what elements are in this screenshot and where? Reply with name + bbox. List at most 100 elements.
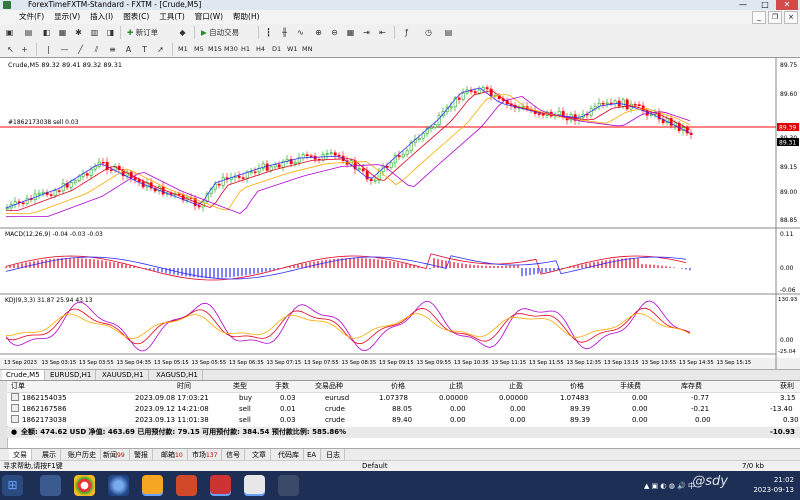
order-id-text: 1862173038 [22,416,67,424]
metatrader-icon[interactable] [210,475,231,496]
col-tp[interactable]: 止盈 [509,381,523,392]
col-type[interactable]: 类型 [233,381,247,392]
menu-insert[interactable]: 插入(I) [85,10,118,24]
standard-toolbar: ▣ ▤ ◧ ▦ ✱ ▥ ◨ ✚ 新订单 ◆ ▶ 自动交易 ┇ ╫ ∿ ⊕ ⊖ ▦… [0,24,800,42]
autoscroll-icon[interactable]: ⇥ [360,26,373,39]
tile-windows-icon[interactable]: ▦ [344,26,357,39]
market-watch-icon[interactable]: ◧ [40,26,53,39]
explorer-icon[interactable] [40,475,61,496]
timeframe-m5[interactable]: M5 [192,44,206,55]
chrome-icon[interactable] [74,475,95,496]
timeframe-mn[interactable]: MN [300,44,314,55]
mdi-minimize-icon[interactable]: _ [752,11,766,24]
timeframe-h4[interactable]: H4 [254,44,267,55]
cards-icon[interactable] [244,475,265,496]
menu-charts[interactable]: 图表(C) [118,10,154,24]
tester-icon[interactable]: ◨ [104,26,117,39]
col-lots[interactable]: 手数 [275,381,289,392]
col-price[interactable]: 价格 [391,381,405,392]
col-time[interactable]: 时间 [177,381,191,392]
col-swap[interactable]: 库存费 [681,381,702,392]
col-profit[interactable]: 获利 [780,381,794,392]
col-order[interactable]: 订单 [11,381,25,392]
navigator-icon[interactable]: ✱ [72,26,85,39]
fibonacci-icon[interactable]: ≡ [106,43,119,56]
order-id: 1862154035 [11,393,67,404]
system-clock[interactable]: 21:02 2023-09-13 [753,475,794,495]
price-tick: 89.15 [780,164,797,171]
tray-icons[interactable]: ▲ ▣ ◐ ◍ 🔊 中 [644,481,695,491]
time-axis-tick: 13 Sep 05:55 [192,360,227,366]
menu-window[interactable]: 窗口(W) [190,10,228,24]
col-sl[interactable]: 止损 [449,381,463,392]
mdi-close-icon[interactable]: × [784,11,798,24]
templates-icon[interactable]: ▤ [442,26,455,39]
metaeditor-icon[interactable]: ◆ [176,26,189,39]
candle-body [109,169,113,171]
maximize-button[interactable]: □ [754,0,776,10]
timeframe-h1[interactable]: H1 [239,44,252,55]
table-row[interactable]: 1862154035 2023.09.08 17:03:21 buy 0.03 … [7,393,800,404]
auto-trading-label: 自动交易 [209,28,240,37]
zoom-out-icon[interactable]: ⊖ [328,26,341,39]
chart-window[interactable]: Crude,M5 89.32 89.41 89.32 89.31 #186217… [0,57,800,370]
new-chart-icon[interactable]: ▣ [3,26,16,39]
candlestick-icon[interactable]: ╫ [278,26,291,39]
periods-icon[interactable]: ◷ [422,26,435,39]
trendline-icon[interactable]: ╱ [74,43,87,56]
label-tool-icon[interactable]: T [138,43,151,56]
candle-body [101,161,105,164]
close-button[interactable]: ✕ [776,0,798,10]
cursor-icon[interactable]: ↖ [4,43,17,56]
mdi-restore-icon[interactable]: ❐ [768,11,782,24]
timeframe-m30[interactable]: M30 [222,44,240,55]
bar-chart-icon[interactable]: ┇ [262,26,275,39]
chart-app-icon[interactable] [142,475,163,496]
time-axis-tick: 13 Sep 15:15 [717,360,752,366]
menu-help[interactable]: 帮助(H) [228,10,265,24]
auto-trading-button[interactable]: ▶ 自动交易 [198,26,242,39]
horizontal-line-icon[interactable]: — [58,43,71,56]
data-window-icon[interactable]: ▦ [56,26,69,39]
arrow-tool-icon[interactable]: ➚ [154,43,167,56]
order-commission: 0.00 [632,416,648,424]
table-row[interactable]: 1862173038 2023.09.13 11:01:38 sell 0.03… [7,415,800,426]
start-button[interactable]: ⊞ [2,475,23,496]
col-commission[interactable]: 手续费 [620,381,641,392]
text-tool-icon[interactable]: A [122,43,135,56]
clock-time: 21:02 [773,476,794,484]
order-swap: -0.77 [691,394,710,402]
candle-body [245,171,249,179]
menu-view[interactable]: 显示(V) [49,10,85,24]
order-symbol: crude [325,405,345,413]
table-row[interactable]: 1862167586 2023.09.12 14:21:08 sell 0.01… [7,404,800,415]
tab-label: 警报 [134,451,148,459]
indicators-icon[interactable]: ƒ [400,26,413,39]
app-icon-8[interactable] [278,475,299,496]
crosshair-icon[interactable]: + [18,43,31,56]
profiles-icon[interactable]: ▤ [22,26,35,39]
col-cur-price[interactable]: 价格 [570,381,584,392]
timeframe-m1[interactable]: M1 [176,44,190,55]
channel-icon[interactable]: ⫽ [90,43,103,56]
wps-icon[interactable] [176,475,197,496]
menu-file[interactable]: 文件(F) [14,10,49,24]
zoom-in-icon[interactable]: ⊕ [312,26,325,39]
timeframe-w1[interactable]: W1 [285,44,300,55]
candle-body [217,183,221,186]
chart-canvas[interactable]: Crude,M5 89.32 89.41 89.32 89.31 #186217… [0,58,800,370]
chart-shift-icon[interactable]: ⇤ [376,26,389,39]
time-axis-tick: 13 Sep 13:55 [642,360,677,366]
timeframe-d1[interactable]: D1 [270,44,283,55]
time-axis-tick: 13 Sep 08:35 [342,360,377,366]
minimize-button[interactable]: — [732,0,754,10]
new-order-button[interactable]: ✚ 新订单 [124,26,161,39]
terminal-icon[interactable]: ▥ [88,26,101,39]
vertical-line-icon[interactable]: | [42,43,55,56]
media-player-icon[interactable] [108,475,129,496]
line-chart-icon[interactable]: ∿ [294,26,307,39]
menu-tools[interactable]: 工具(T) [154,10,189,24]
col-symbol[interactable]: 交易品种 [315,381,343,392]
candle-body [365,170,369,180]
candle-body [433,124,437,128]
